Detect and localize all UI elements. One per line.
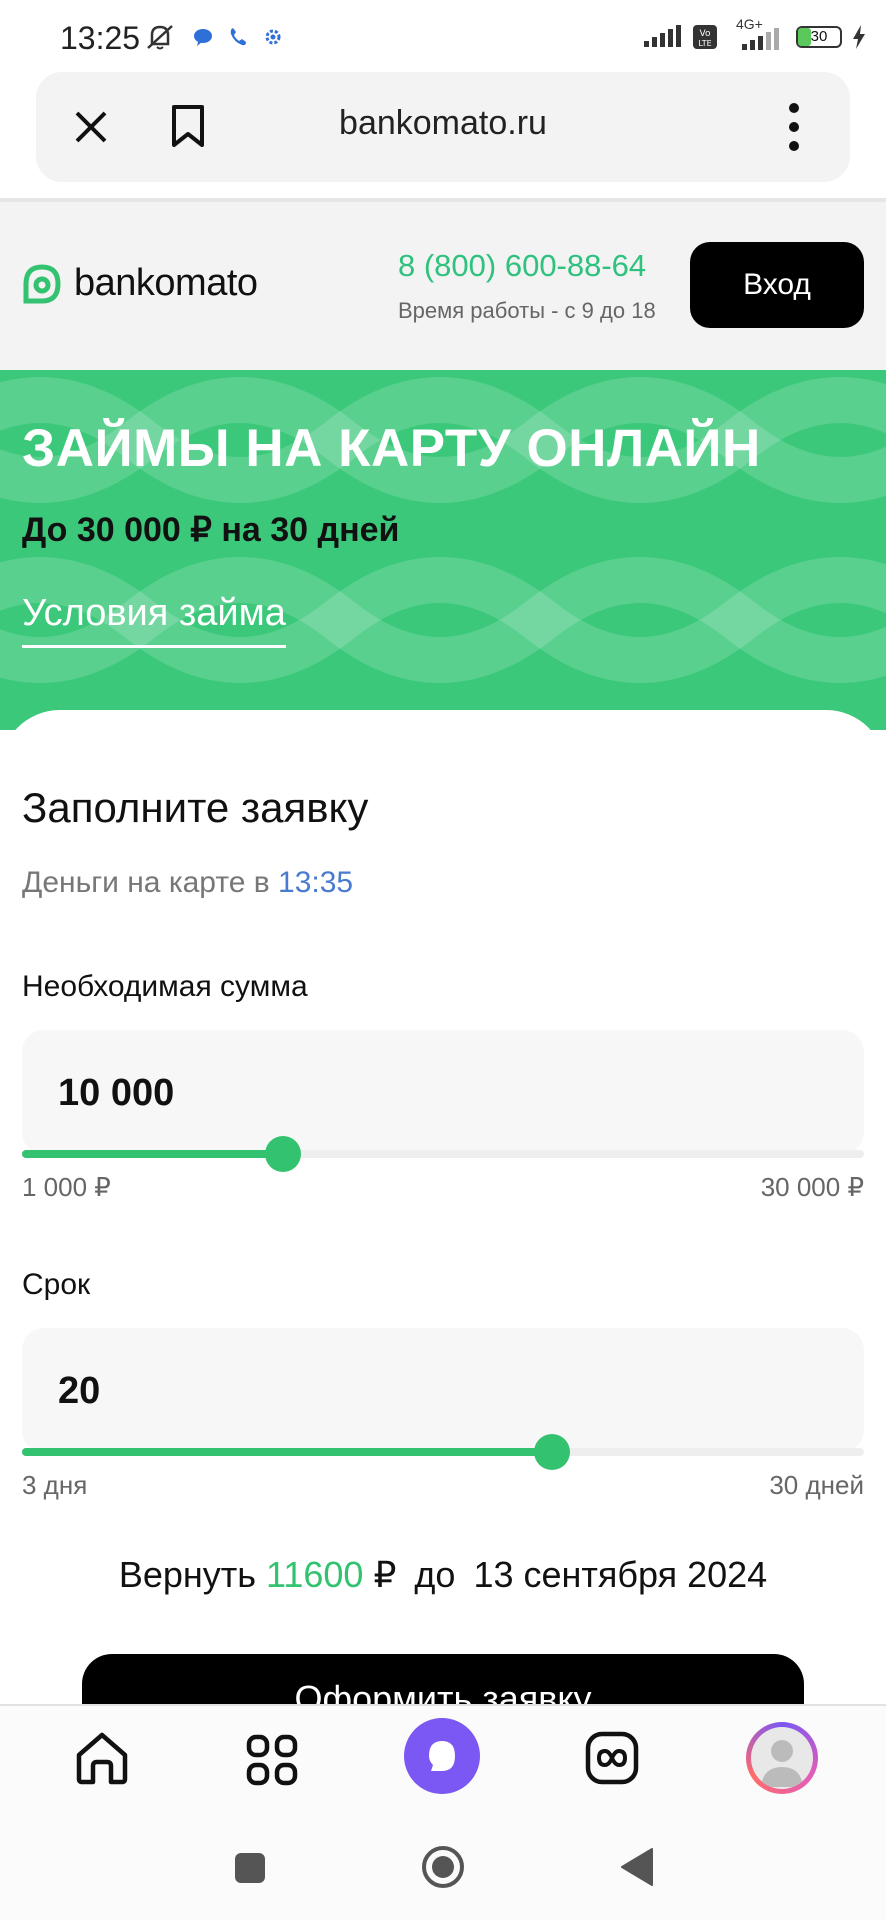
browser-menu-button[interactable]: [770, 98, 818, 156]
apps-grid-icon: [246, 1734, 298, 1786]
message-icon: [194, 29, 212, 46]
signal-icon: [644, 25, 681, 47]
phone-icon: [230, 28, 246, 46]
battery-icon: 30: [796, 26, 842, 48]
home-icon: [76, 1732, 128, 1785]
tabs-button[interactable]: [580, 1726, 644, 1790]
svg-text:LTE: LTE: [698, 39, 711, 48]
profile-button[interactable]: [746, 1722, 818, 1794]
network-4g-icon: 4G+: [728, 16, 786, 52]
status-right: Vo LTE 4G+ 30: [642, 16, 866, 52]
bankomato-logo-icon: [23, 264, 61, 304]
tabs-icon: [585, 1731, 639, 1785]
settings-gear-icon: [265, 29, 281, 45]
hero-subtitle: До 30 000 ₽ на 30 дней: [22, 511, 400, 549]
repay-date: 13 сентября 2024: [473, 1554, 768, 1595]
back-triangle-icon: [621, 1848, 653, 1886]
back-nav-button[interactable]: [612, 1842, 662, 1892]
status-notification-icons: [142, 22, 284, 52]
hero-title: ЗАЙМЫ НА КАРТУ ОНЛАЙН: [22, 419, 761, 478]
recent-apps-button[interactable]: [226, 1844, 274, 1892]
amount-value: 10 000: [58, 1072, 175, 1114]
repayment-summary: Вернуть 11600 ₽ до 13 сентября 2024: [0, 1554, 886, 1596]
working-hours: Время работы - с 9 до 18: [398, 298, 656, 323]
term-value: 20: [58, 1370, 101, 1412]
amount-min: 1 000 ₽: [22, 1172, 111, 1202]
repay-until: до: [414, 1554, 456, 1595]
repay-currency: ₽: [373, 1554, 397, 1595]
circle-nav-icon: [422, 1846, 464, 1888]
home-nav-button[interactable]: [418, 1842, 468, 1892]
apps-button[interactable]: [240, 1728, 304, 1792]
amount-slider-handle[interactable]: [265, 1136, 302, 1172]
term-input[interactable]: [22, 1328, 864, 1452]
more-vertical-icon: [789, 103, 799, 151]
term-slider[interactable]: [22, 1448, 864, 1456]
loan-terms-link[interactable]: Условия займа: [22, 592, 286, 648]
amount-slider-fill: [22, 1150, 284, 1158]
login-button[interactable]: Вход: [690, 242, 864, 328]
mute-bell-icon: [147, 25, 173, 50]
avatar-silhouette-icon: [761, 1740, 803, 1787]
money-time-note: Деньги на карте в 13:35: [22, 866, 353, 900]
term-max: 30 дней: [769, 1470, 864, 1500]
volte-icon: VoLTE: [693, 25, 717, 49]
repay-amount: 11600: [266, 1554, 364, 1595]
contact-phone-link[interactable]: 8 (800) 600-88-64: [398, 248, 646, 284]
money-time-value: 13:35: [278, 866, 354, 899]
term-min: 3 дня: [22, 1470, 88, 1500]
amount-max: 30 000 ₽: [760, 1172, 864, 1202]
charging-icon: [853, 25, 865, 49]
term-label: Срок: [22, 1268, 91, 1301]
square-nav-icon: [235, 1853, 265, 1883]
repay-prefix: Вернуть: [118, 1554, 256, 1595]
home-button[interactable]: [70, 1726, 134, 1790]
assistant-button[interactable]: [404, 1718, 480, 1794]
term-slider-fill: [22, 1448, 553, 1456]
amount-slider[interactable]: [22, 1150, 864, 1158]
amount-label: Необходимая сумма: [22, 970, 308, 1003]
form-title: Заполните заявку: [22, 784, 369, 831]
money-time-prefix: Деньги на карте в: [22, 866, 270, 899]
site-logo[interactable]: bankomato: [74, 262, 258, 305]
alice-assistant-icon: [429, 1741, 455, 1771]
status-time: 13:25: [60, 20, 141, 56]
address-bar-url[interactable]: bankomato.ru: [0, 104, 886, 143]
svg-text:Vo: Vo: [700, 29, 711, 39]
avatar: [751, 1727, 813, 1789]
